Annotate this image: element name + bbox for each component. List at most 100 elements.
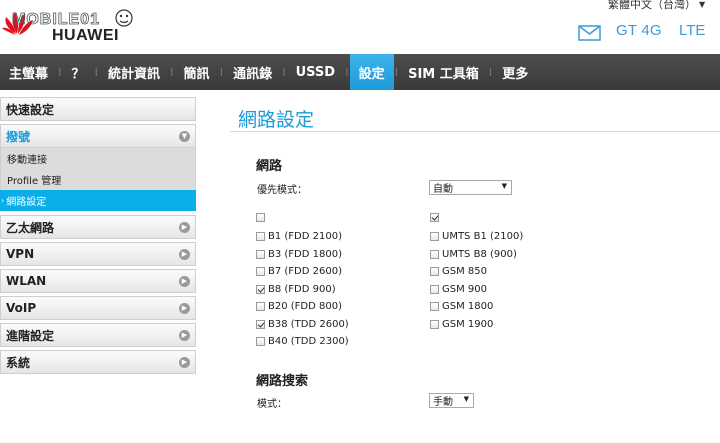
checkbox[interactable] xyxy=(430,320,439,329)
nav-statistics[interactable]: 統計資訊 xyxy=(99,54,169,90)
network-mode-label: LTE xyxy=(679,22,706,39)
band-option[interactable]: B8 (FDD 900) xyxy=(256,284,336,295)
band-label: UMTS B8 (900) xyxy=(442,249,517,260)
nav-ussd[interactable]: USSD xyxy=(287,54,345,90)
sidebar-item-wlan[interactable]: WLAN ▶ xyxy=(0,269,196,293)
main-nav: 主螢幕 ⁞ ？ ⁞ 統計資訊 ⁞ 簡訊 ⁞ 通訊錄 ⁞ USSD ⁞ 設定 ⁞ … xyxy=(0,54,720,90)
network-section-title: 網路 xyxy=(256,159,283,174)
sidebar-item-system[interactable]: 系統 ▶ xyxy=(0,350,196,374)
band-option[interactable]: B7 (FDD 2600) xyxy=(256,266,342,277)
brand-text: HUAWEI xyxy=(52,27,119,44)
band-label: B1 (FDD 2100) xyxy=(268,231,342,242)
band-label: B20 (FDD 800) xyxy=(268,301,342,312)
nav-sim-toolkit[interactable]: SIM 工具箱 xyxy=(399,54,488,90)
checkbox[interactable] xyxy=(256,285,265,294)
checkbox[interactable] xyxy=(256,302,265,311)
checkbox[interactable] xyxy=(430,267,439,276)
language-label: 繁體中文（台灣） xyxy=(608,0,696,11)
band-option[interactable]: GSM 850 xyxy=(430,266,487,277)
sidebar-item-label: VPN xyxy=(6,247,35,261)
band-option[interactable] xyxy=(256,213,268,222)
language-selector[interactable]: 繁體中文（台灣） ▼ xyxy=(608,0,705,12)
sidebar-item-label: 進階設定 xyxy=(6,328,55,343)
nav-contacts[interactable]: 通訊錄 xyxy=(224,54,281,90)
chevron-down-icon: ▼ xyxy=(463,395,469,403)
checkbox[interactable] xyxy=(256,267,265,276)
preferred-mode-value: 自動 xyxy=(433,184,453,195)
search-mode-value: 手動 xyxy=(433,397,453,408)
band-option[interactable]: GSM 1900 xyxy=(430,319,493,330)
band-label: GSM 1800 xyxy=(442,301,494,312)
band-option[interactable]: UMTS B8 (900) xyxy=(430,249,517,260)
band-label: B40 (TDD 2300) xyxy=(268,336,349,347)
huawei-logo: MOBILE01 HUAWEI xyxy=(2,9,133,44)
sidebar-item-label: 快速設定 xyxy=(6,102,55,117)
sidebar-subitem-mobile-connection[interactable]: 移動連接 xyxy=(0,148,196,169)
mail-icon[interactable] xyxy=(578,25,601,41)
search-section-title: 網路搜索 xyxy=(256,374,309,389)
checkbox[interactable] xyxy=(430,213,439,222)
network-type-label: GT 4G xyxy=(616,22,662,39)
sidebar-subitem-label: 網路設定 xyxy=(6,197,47,208)
chevron-right-icon: ▶ xyxy=(179,248,190,260)
checkbox[interactable] xyxy=(256,337,265,346)
sidebar-item-dialup[interactable]: 撥號 ▼ xyxy=(0,124,196,148)
checkbox[interactable] xyxy=(256,250,265,259)
band-label: B38 (TDD 2600) xyxy=(268,319,349,330)
sidebar-item-quick-setup[interactable]: 快速設定 xyxy=(0,97,196,121)
sidebar-item-label: WLAN xyxy=(6,274,47,288)
band-label: GSM 850 xyxy=(442,266,487,277)
chevron-right-icon: ▶ xyxy=(179,302,190,314)
checkbox[interactable] xyxy=(256,320,265,329)
sidebar-item-ethernet[interactable]: 乙太網路 ▶ xyxy=(0,215,196,239)
checkbox[interactable] xyxy=(256,213,265,222)
chevron-right-icon: ▶ xyxy=(179,356,190,368)
band-option[interactable]: GSM 900 xyxy=(430,284,487,295)
nav-sms[interactable]: 簡訊 xyxy=(175,54,219,90)
dialup-submenu: 移動連接 Profile 管理 › 網路設定 xyxy=(0,148,196,211)
sidebar-item-label: 乙太網路 xyxy=(6,220,55,235)
preferred-mode-label: 優先模式： xyxy=(257,185,307,196)
chevron-right-icon: ▶ xyxy=(179,275,190,287)
nav-home[interactable]: 主螢幕 xyxy=(0,54,57,90)
page-title: 網路設定 xyxy=(238,109,315,131)
band-option[interactable]: B38 (TDD 2600) xyxy=(256,319,349,330)
search-mode-select[interactable]: 手動 ▼ xyxy=(429,393,474,408)
nav-more[interactable]: 更多 xyxy=(493,54,537,90)
band-option[interactable]: B20 (FDD 800) xyxy=(256,301,342,312)
band-option[interactable]: UMTS B1 (2100) xyxy=(430,231,523,242)
band-option[interactable]: B1 (FDD 2100) xyxy=(256,231,342,242)
checkbox[interactable] xyxy=(430,250,439,259)
sidebar-item-label: VoIP xyxy=(6,301,37,315)
checkbox[interactable] xyxy=(430,285,439,294)
watermark-text: MOBILE01 xyxy=(12,11,100,28)
sidebar-item-label: 系統 xyxy=(6,355,31,370)
sidebar-item-vpn[interactable]: VPN ▶ xyxy=(0,242,196,266)
chevron-down-icon: ▼ xyxy=(501,182,507,190)
band-option[interactable]: B3 (FDD 1800) xyxy=(256,249,342,260)
nav-help[interactable]: ？ xyxy=(63,54,94,90)
sidebar-item-voip[interactable]: VoIP ▶ xyxy=(0,296,196,320)
band-option[interactable] xyxy=(430,213,442,222)
band-label: GSM 1900 xyxy=(442,319,494,330)
chevron-right-icon: › xyxy=(1,196,5,205)
chevron-down-icon: ▼ xyxy=(179,130,190,142)
checkbox[interactable] xyxy=(430,232,439,241)
band-label: B3 (FDD 1800) xyxy=(268,249,342,260)
sidebar-item-advanced[interactable]: 進階設定 ▶ xyxy=(0,323,196,347)
sidebar-subitem-network-settings[interactable]: › 網路設定 xyxy=(0,190,196,211)
sidebar-subitem-profile-management[interactable]: Profile 管理 xyxy=(0,169,196,190)
band-label: GSM 900 xyxy=(442,284,487,295)
sidebar-item-label: 撥號 xyxy=(6,129,31,144)
chevron-down-icon: ▼ xyxy=(699,0,706,9)
band-option[interactable]: B40 (TDD 2300) xyxy=(256,336,349,347)
preferred-mode-select[interactable]: 自動 ▼ xyxy=(429,180,512,195)
sidebar: 快速設定 撥號 ▼ 移動連接 Profile 管理 › 網路設定 乙太網路 ▶ … xyxy=(0,97,196,377)
nav-settings[interactable]: 設定 xyxy=(349,54,394,90)
band-label: B8 (FDD 900) xyxy=(268,284,336,295)
band-option[interactable]: GSM 1800 xyxy=(430,301,493,312)
chevron-right-icon: ▶ xyxy=(179,329,190,341)
checkbox[interactable] xyxy=(256,232,265,241)
checkbox[interactable] xyxy=(430,302,439,311)
search-mode-label: 模式： xyxy=(257,399,287,410)
